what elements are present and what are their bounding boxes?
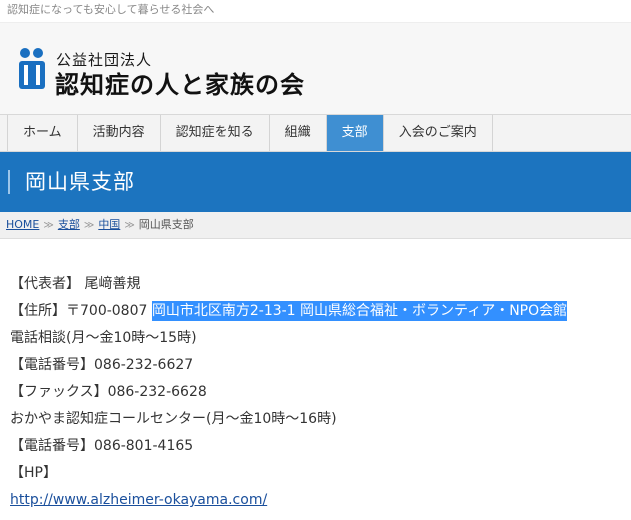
homepage-link[interactable]: http://www.alzheimer-okayama.com/: [10, 492, 267, 508]
call-center-line: おかやま認知症コールセンター(月～金10時～16時): [10, 411, 337, 427]
breadcrumb-branch-link[interactable]: 支部: [58, 218, 80, 231]
nav-item-membership[interactable]: 入会のご案内: [384, 115, 493, 151]
hp-label: 【HP】: [10, 465, 57, 481]
breadcrumb-separator-icon: ≫: [43, 220, 54, 231]
nav-item-organization[interactable]: 組織: [270, 115, 327, 151]
phone-line: 【電話番号】086-232-6627: [10, 357, 194, 373]
breadcrumb-current: 岡山県支部: [138, 218, 194, 231]
breadcrumb: HOME ≫ 支部 ≫ 中国 ≫ 岡山県支部: [0, 212, 631, 239]
address-line: 【住所】〒700-0807 岡山市北区南方2-13-1 岡山県総合福祉・ボランテ…: [10, 299, 631, 326]
breadcrumb-separator-icon: ≫: [83, 220, 95, 231]
call-center-phone-line: 【電話番号】086-801-4165: [10, 438, 194, 454]
branch-info: 【代表者】 尾﨑善規 【住所】〒700-0807 岡山市北区南方2-13-1 岡…: [10, 272, 631, 515]
page-title-banner: 岡山県支部: [0, 152, 631, 212]
nav-item-branches[interactable]: 支部: [326, 115, 384, 151]
breadcrumb-home-link[interactable]: HOME: [6, 218, 39, 231]
page-title: 岡山県支部: [25, 170, 135, 194]
address-selected-text[interactable]: 岡山市北区南方2-13-1 岡山県総合福祉・ボランティア・NPO会館: [151, 301, 568, 321]
title-accent-bar: [8, 170, 10, 194]
phone-consult-line: 電話相談(月～金10時～15時): [10, 330, 197, 346]
representative-line: 【代表者】 尾﨑善規: [10, 276, 141, 292]
nav-item-about-dementia[interactable]: 認知症を知る: [161, 115, 270, 151]
nav-item-home[interactable]: ホーム: [7, 115, 78, 151]
breadcrumb-separator-icon: ≫: [124, 220, 135, 231]
address-label: 【住所】〒700-0807: [10, 303, 148, 319]
site-header: 公益社団法人 認知症の人と家族の会: [0, 22, 631, 115]
breadcrumb-region-link[interactable]: 中国: [98, 218, 120, 231]
fax-line: 【ファックス】086-232-6628: [10, 384, 207, 400]
logo-icon: [19, 48, 45, 89]
tagline: 認知症になっても安心して暮らせる社会へ: [0, 0, 631, 22]
nav-item-activities[interactable]: 活動内容: [78, 115, 161, 151]
main-nav: ホーム 活動内容 認知症を知る 組織 支部 入会のご案内: [0, 114, 631, 152]
logo-org-name[interactable]: 認知症の人と家族の会: [55, 65, 305, 100]
